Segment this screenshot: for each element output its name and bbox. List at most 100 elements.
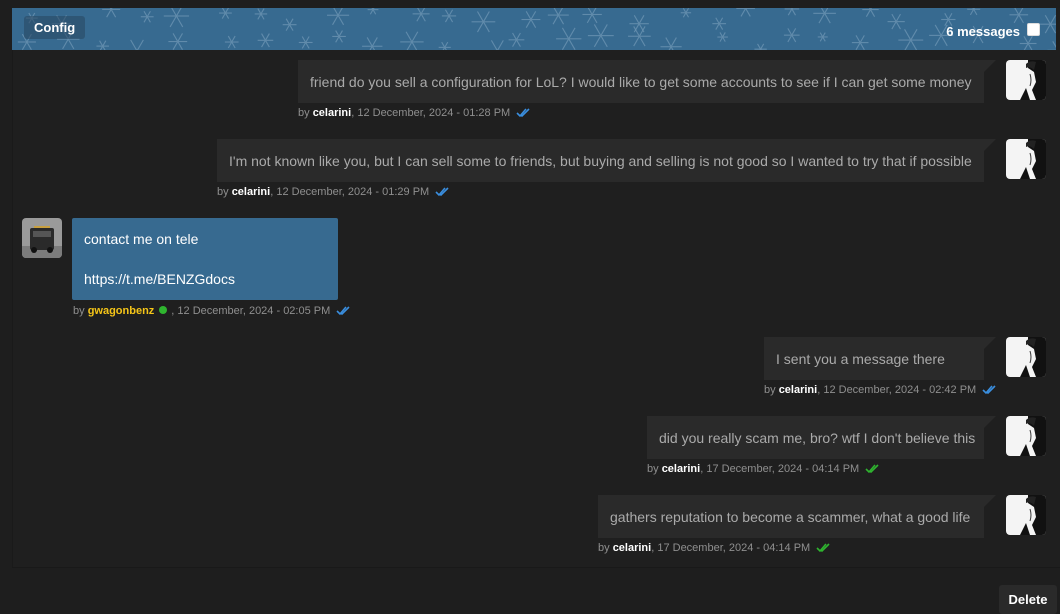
snowflake-icon — [582, 8, 602, 24]
message-bubble: I sent you a message there — [764, 337, 996, 380]
by-label: by — [598, 542, 610, 554]
message-meta: by gwagonbenz , 12 December, 2024 - 02:05… — [73, 305, 350, 319]
snowflake-icon — [282, 18, 297, 31]
snowflake-icon — [367, 8, 379, 15]
message-text: contact me on tele https://t.me/BENZGdoc… — [84, 231, 235, 287]
snowflake-icon — [736, 8, 755, 17]
snowflake-icon — [438, 41, 451, 50]
snowflake-icon — [898, 29, 924, 50]
snowflake-pattern — [17, 8, 1056, 50]
snowflake-icon — [257, 33, 274, 48]
snowflake-icon — [219, 8, 232, 19]
manga-girl-avatar[interactable] — [1006, 60, 1046, 100]
snowflake-icon — [298, 36, 313, 49]
by-label: by — [764, 384, 776, 396]
message-count: 6 messages — [946, 24, 1020, 39]
snowflake-icon — [717, 32, 728, 42]
message-meta: by celarini, 17 December, 2024 - 04:14 P… — [647, 463, 879, 477]
manga-girl-avatar[interactable] — [1006, 337, 1046, 377]
snowflake-icon — [332, 30, 346, 43]
snowflake-icon — [140, 10, 154, 23]
message-bubble: friend do you sell a configuration for L… — [298, 60, 996, 103]
read-check-icon — [982, 385, 996, 398]
snowflake-icon — [412, 8, 430, 22]
by-label: by — [298, 107, 310, 119]
author-link[interactable]: celarini — [613, 542, 652, 554]
snowflake-icon — [556, 27, 582, 50]
timestamp: , 12 December, 2024 - 01:29 PM — [270, 186, 430, 198]
manga-girl-avatar[interactable] — [1006, 495, 1046, 535]
snowflake-icon — [629, 15, 649, 33]
read-check-icon — [336, 306, 350, 319]
snowflake-icon — [471, 11, 496, 33]
snowflake-icon — [224, 35, 239, 49]
snowflake-icon — [862, 8, 879, 17]
snowflake-icon — [400, 31, 424, 50]
snowflake-icon — [547, 8, 569, 25]
snowflake-icon — [712, 17, 727, 30]
snowflake-icon — [680, 8, 692, 18]
message-text: I'm not known like you, but I can sell s… — [229, 152, 972, 169]
snowflake-icon — [130, 39, 144, 50]
config-tab[interactable]: Config — [24, 16, 86, 39]
snowflake-icon — [508, 32, 525, 47]
timestamp: , 12 December, 2024 - 02:05 PM — [171, 305, 331, 317]
snowflake-icon — [817, 32, 828, 42]
g-wagon-avatar[interactable] — [22, 218, 62, 258]
delivered-check-icon — [865, 464, 879, 477]
by-label: by — [647, 463, 659, 475]
manga-girl-avatar[interactable] — [1006, 416, 1046, 456]
conversation-header: Config 6 messages — [12, 8, 1056, 50]
snowflake-icon — [1009, 8, 1029, 24]
author-link[interactable]: celarini — [313, 107, 352, 119]
snowflake-icon — [168, 33, 188, 50]
message-meta: by celarini, 12 December, 2024 - 01:28 P… — [298, 107, 530, 121]
message-bubble: contact me on tele https://t.me/BENZGdoc… — [72, 218, 338, 300]
snowflake-icon — [967, 8, 981, 16]
message-text: friend do you sell a configuration for L… — [310, 73, 972, 90]
read-check-icon — [516, 108, 530, 121]
snowflake-icon — [1047, 41, 1056, 50]
snowflake-icon — [163, 8, 190, 28]
snowflake-icon — [1019, 35, 1037, 50]
timestamp: , 17 December, 2024 - 04:14 PM — [651, 542, 811, 554]
timestamp: , 17 December, 2024 - 04:14 PM — [700, 463, 860, 475]
snowflake-icon — [587, 24, 614, 48]
manga-girl-avatar[interactable] — [1006, 139, 1046, 179]
author-link[interactable]: celarini — [232, 186, 271, 198]
message-text: gathers reputation to become a scammer, … — [610, 508, 971, 525]
timestamp: , 12 December, 2024 - 02:42 PM — [817, 384, 977, 396]
message-meta: by celarini, 17 December, 2024 - 04:14 P… — [598, 542, 830, 556]
snowflake-icon — [254, 8, 268, 20]
message-bubble: did you really scam me, bro? wtf I don't… — [647, 416, 996, 459]
snowflake-icon — [887, 13, 905, 30]
snowflake-icon — [754, 43, 767, 50]
snowflake-icon — [441, 9, 457, 23]
message-text: did you really scam me, bro? wtf I don't… — [659, 429, 976, 446]
snowflake-icon — [1040, 14, 1056, 34]
online-status-icon — [159, 306, 168, 314]
delivered-check-icon — [816, 543, 830, 556]
snowflake-icon — [628, 26, 651, 47]
author-link[interactable]: gwagonbenz — [88, 305, 155, 317]
by-label: by — [217, 186, 229, 198]
author-link[interactable]: celarini — [662, 463, 701, 475]
read-check-icon — [435, 187, 449, 200]
message-text: I sent you a message there — [776, 350, 945, 367]
message-bubble: I'm not known like you, but I can sell s… — [217, 139, 996, 182]
delete-button[interactable]: Delete — [999, 585, 1057, 614]
message-meta: by celarini, 12 December, 2024 - 02:42 P… — [764, 384, 996, 398]
snowflake-icon — [102, 8, 121, 18]
snowflake-icon — [362, 37, 383, 50]
author-link[interactable]: celarini — [779, 384, 818, 396]
message-meta: by celarini, 12 December, 2024 - 01:29 P… — [217, 186, 449, 200]
snowflake-icon — [521, 11, 541, 28]
snowflake-icon — [660, 37, 682, 50]
snowflake-icon — [813, 8, 836, 24]
message-bubble: gathers reputation to become a scammer, … — [598, 495, 996, 538]
snowflake-icon — [96, 40, 109, 50]
select-all-checkbox[interactable] — [1027, 23, 1040, 36]
snowflake-icon — [783, 28, 800, 43]
snowflake-icon — [851, 35, 869, 50]
snowflake-icon — [784, 8, 800, 16]
